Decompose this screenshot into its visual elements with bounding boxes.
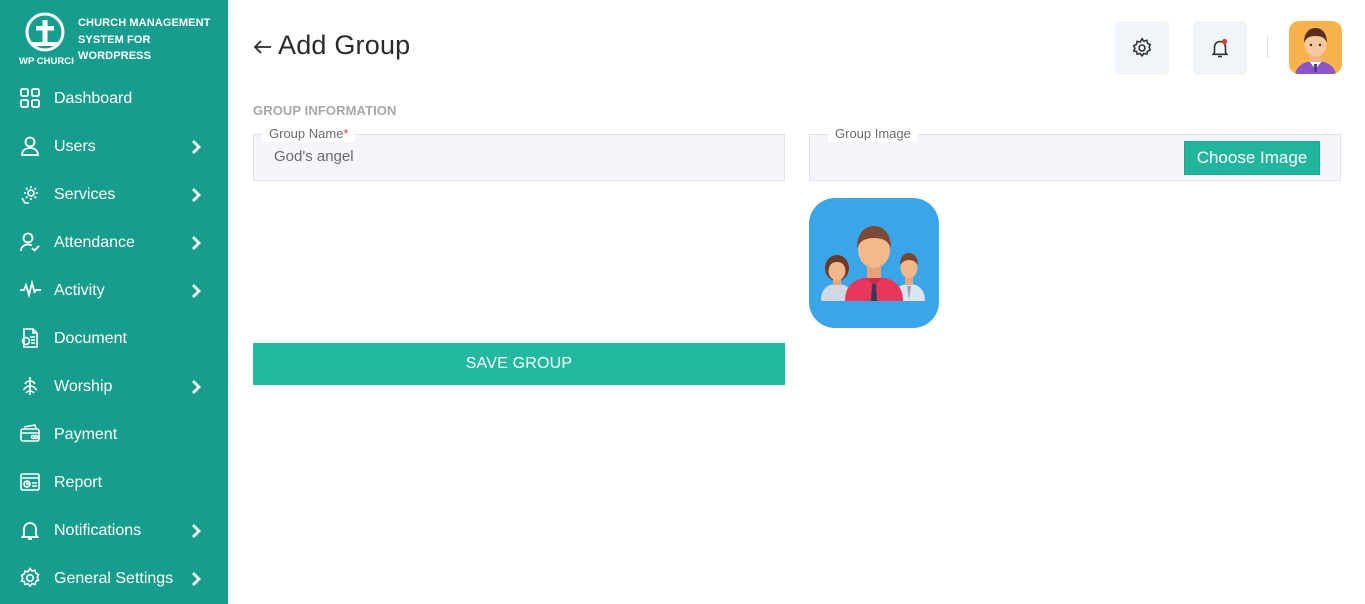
sidebar-item-services[interactable]: Services <box>0 171 228 219</box>
sidebar-item-dashboard[interactable]: Dashboard <box>0 75 228 123</box>
sidebar-nav: Dashboard Users Services Attendance Acti… <box>0 75 228 603</box>
attendance-user-check-icon <box>19 231 41 253</box>
document-icon <box>19 327 41 349</box>
activity-pulse-icon <box>19 279 41 301</box>
settings-gear-icon <box>1132 37 1152 58</box>
sidebar-item-notifications[interactable]: Notifications <box>0 507 228 555</box>
sidebar-item-report[interactable]: Report <box>0 459 228 507</box>
save-group-button[interactable]: SAVE GROUP <box>253 343 785 385</box>
brand-title-line: SYSTEM FOR <box>78 33 151 46</box>
sidebar-item-label: Document <box>54 330 127 347</box>
group-name-input[interactable] <box>274 148 754 165</box>
bell-icon <box>19 519 41 541</box>
worship-icon <box>19 375 41 397</box>
chevron-right-icon <box>189 571 203 587</box>
group-image-label: Group Image <box>828 126 918 142</box>
avatar[interactable] <box>1289 21 1342 74</box>
main-content: Add Group GROUP INFORMATION Group Name* … <box>228 0 1365 604</box>
required-mark: * <box>343 126 349 141</box>
sidebar-item-label: Activity <box>54 282 105 299</box>
report-icon <box>19 471 41 493</box>
sidebar-item-label: Services <box>54 186 116 203</box>
back-arrow-icon[interactable] <box>252 36 274 58</box>
sidebar-item-general-settings[interactable]: General Settings <box>0 555 228 603</box>
sidebar-item-document[interactable]: Document <box>0 315 228 363</box>
sidebar-item-label: Report <box>54 474 103 491</box>
notifications-button[interactable] <box>1193 21 1247 75</box>
chevron-right-icon <box>189 139 203 155</box>
sidebar-item-label: Attendance <box>54 234 135 251</box>
sidebar-item-payment[interactable]: Payment <box>0 411 228 459</box>
sidebar-item-label: Worship <box>54 378 113 395</box>
sidebar-item-users[interactable]: Users <box>0 123 228 171</box>
sidebar-item-label: Dashboard <box>54 90 133 107</box>
sidebar-item-label: General Settings <box>54 570 174 587</box>
services-gear-icon <box>19 183 41 205</box>
group-name-label: Group Name* <box>262 126 356 142</box>
chevron-right-icon <box>189 283 203 299</box>
brand-title-line: WORDPRESS <box>78 50 152 62</box>
choose-image-button[interactable]: Choose Image <box>1184 141 1320 175</box>
chevron-right-icon <box>189 379 203 395</box>
header-divider <box>1267 36 1268 58</box>
chevron-right-icon <box>189 187 203 203</box>
bell-icon <box>1211 38 1229 58</box>
brand[interactable]: WP CHURCH CHURCH MANAGEMENT SYSTEM FOR W… <box>18 12 218 68</box>
sidebar-item-attendance[interactable]: Attendance <box>0 219 228 267</box>
church-logo-icon: WP CHURCH <box>18 12 78 67</box>
group-image-preview <box>809 198 939 328</box>
sidebar-item-label: Users <box>54 138 96 155</box>
sidebar-item-label: Payment <box>54 426 118 443</box>
brand-title-line: CHURCH MANAGEMENT <box>78 17 211 29</box>
sidebar-item-label: Notifications <box>54 522 142 539</box>
group-people-icon <box>821 226 925 301</box>
group-name-field[interactable]: Group Name* <box>253 126 785 181</box>
settings-button[interactable] <box>1115 21 1169 75</box>
brand-logo-text: WP CHURCH <box>19 56 74 66</box>
sidebar: WP CHURCH CHURCH MANAGEMENT SYSTEM FOR W… <box>0 0 228 604</box>
section-title: GROUP INFORMATION <box>253 103 397 118</box>
brand-title: CHURCH MANAGEMENT SYSTEM FOR WORDPRESS <box>78 15 210 65</box>
sidebar-item-activity[interactable]: Activity <box>0 267 228 315</box>
chevron-right-icon <box>189 235 203 251</box>
settings-gear-icon <box>19 567 41 589</box>
payment-icon <box>19 423 41 445</box>
dashboard-grid-icon <box>19 87 41 109</box>
page-title: Add Group <box>278 30 411 60</box>
group-name-label-text: Group Name <box>269 126 344 141</box>
sidebar-item-worship[interactable]: Worship <box>0 363 228 411</box>
user-icon <box>19 135 41 157</box>
chevron-right-icon <box>189 523 203 539</box>
group-image-field: Group Image Choose Image <box>809 126 1341 181</box>
